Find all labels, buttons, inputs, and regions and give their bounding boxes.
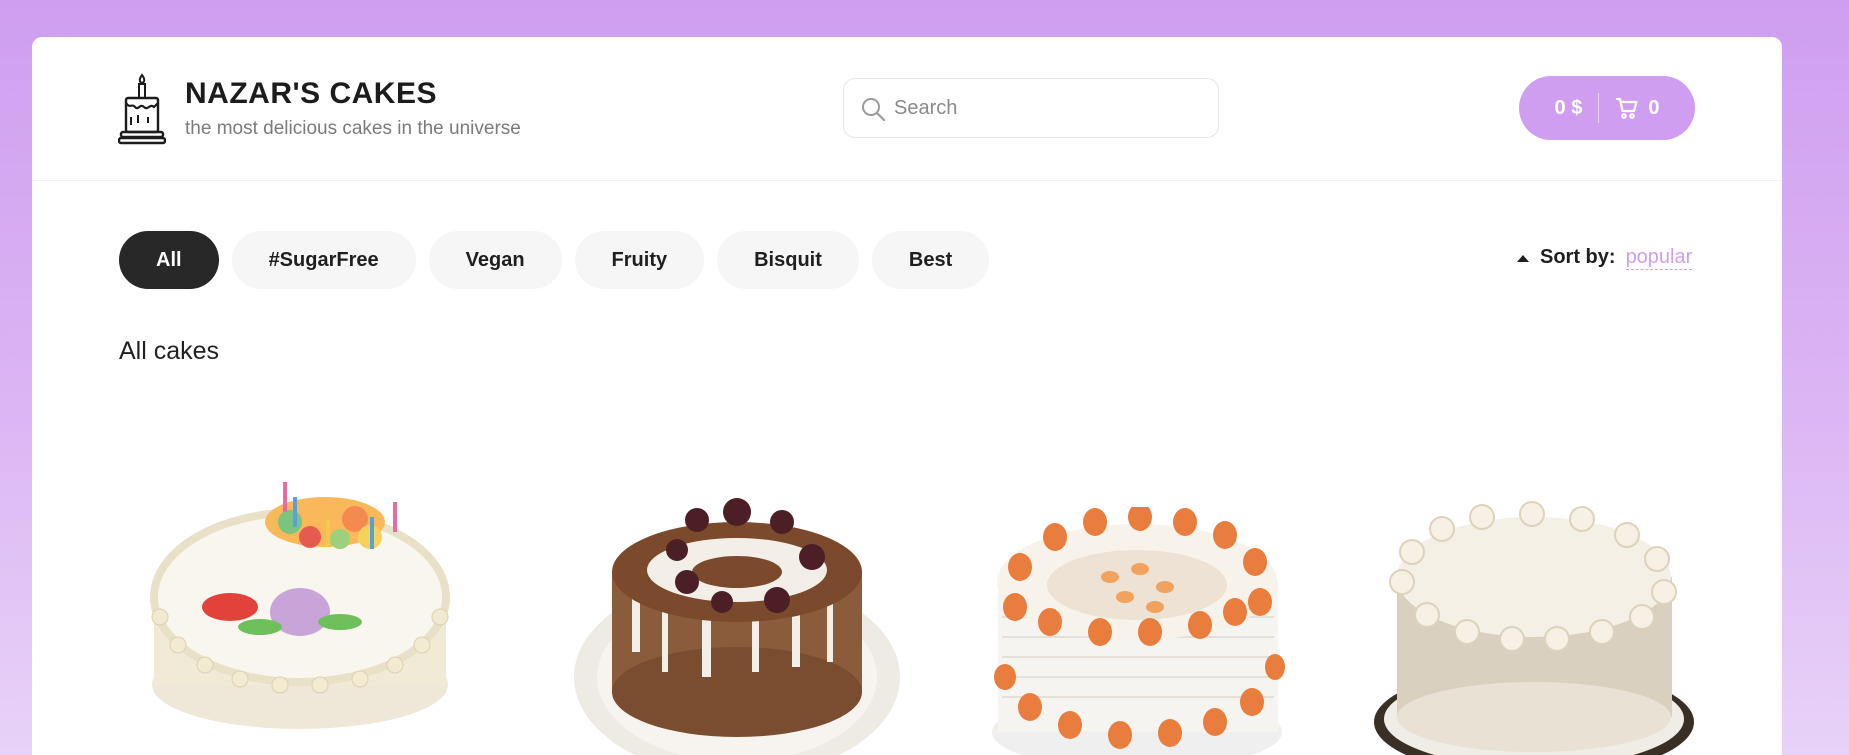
cart-button[interactable]: 0 $ 0 <box>1519 76 1695 140</box>
category-vegan[interactable]: Vegan <box>428 231 562 289</box>
sort-label: Sort by: <box>1540 246 1616 268</box>
product-image-white-cream-cake[interactable] <box>1372 497 1697 755</box>
category-list: All #SugarFree Vegan Fruity Bisquit Best <box>119 231 990 289</box>
brand-subtitle: the most delicious cakes in the universe <box>185 118 521 139</box>
sort-arrow-up-icon[interactable] <box>1516 253 1530 263</box>
page-container: NAZAR'S CAKES the most delicious cakes i… <box>32 37 1782 755</box>
cake-icon[interactable] <box>118 73 166 145</box>
brand-title: NAZAR'S CAKES <box>185 77 437 110</box>
category-best[interactable]: Best <box>871 231 990 289</box>
cart-total-price: 0 $ <box>1554 96 1583 119</box>
sort-value-dropdown[interactable]: popular <box>1625 245 1693 270</box>
product-image-black-forest-cake[interactable] <box>572 492 902 755</box>
cart-divider <box>1598 93 1600 123</box>
cart-icon <box>1616 97 1638 119</box>
category-all[interactable]: All <box>119 231 219 289</box>
search-box[interactable] <box>843 78 1219 138</box>
product-image-fruit-cream-cake[interactable] <box>990 507 1285 755</box>
category-fruity[interactable]: Fruity <box>574 231 705 289</box>
search-icon <box>862 98 886 122</box>
header: NAZAR'S CAKES the most delicious cakes i… <box>32 37 1782 181</box>
category-bisquit[interactable]: Bisquit <box>717 231 859 289</box>
search-input[interactable] <box>894 79 1204 137</box>
section-title: All cakes <box>119 337 220 365</box>
sort-control: Sort by: popular <box>1516 245 1693 270</box>
cart-item-count: 0 <box>1648 96 1660 119</box>
category-sugarfree[interactable]: #SugarFree <box>231 231 416 289</box>
product-image-birthday-cake[interactable] <box>150 467 450 737</box>
